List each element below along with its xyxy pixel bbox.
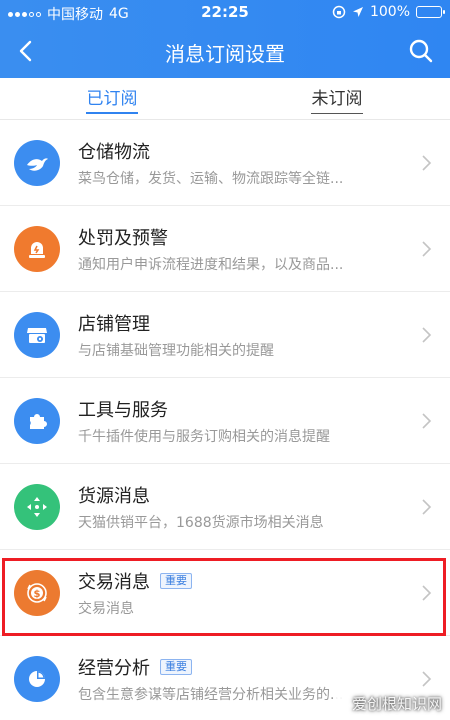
tab-bar: 已订阅 未订阅	[0, 78, 450, 120]
puzzle-icon	[14, 398, 60, 444]
important-badge: 重要	[160, 573, 192, 589]
svg-text:$: $	[34, 589, 41, 600]
chevron-right-icon	[422, 241, 432, 257]
subscription-list: 仓储物流 菜鸟仓储，发货、运输、物流跟踪等全链... 处罚及预警 通知用户申诉流…	[0, 120, 450, 720]
battery-icon	[416, 6, 445, 18]
item-title: 店铺管理	[78, 314, 150, 335]
chevron-right-icon	[422, 413, 432, 429]
list-item-store[interactable]: 店铺管理 与店铺基础管理功能相关的提醒	[0, 292, 450, 378]
store-icon	[14, 312, 60, 358]
location-icon	[352, 7, 363, 17]
item-description: 菜鸟仓储，发货、运输、物流跟踪等全链...	[78, 171, 344, 187]
battery-percent: 100%	[369, 4, 410, 20]
tab-subscribed[interactable]: 已订阅	[52, 78, 172, 120]
list-item-logistics[interactable]: 仓储物流 菜鸟仓储，发货、运输、物流跟踪等全链...	[0, 120, 450, 206]
tab-active-underline	[86, 112, 138, 114]
list-item-trade[interactable]: $ 交易消息 重要 交易消息	[0, 550, 450, 636]
tab-subscribed-label: 已订阅	[86, 89, 138, 109]
move-icon	[14, 484, 60, 530]
chevron-right-icon	[422, 327, 432, 343]
chevron-right-icon	[422, 671, 432, 687]
item-description: 交易消息	[78, 601, 134, 617]
lock-rotation-icon	[332, 5, 346, 19]
item-description: 天猫供销平台，1688货源市场相关消息	[78, 515, 324, 531]
tab-underline	[311, 113, 363, 114]
list-item-penalty[interactable]: 处罚及预警 通知用户申诉流程进度和结果，以及商品...	[0, 206, 450, 292]
tab-unsubscribed-label: 未订阅	[311, 89, 363, 109]
watermark: 爱创根知识网	[331, 693, 442, 714]
item-title: 交易消息	[78, 572, 150, 593]
tab-unsubscribed[interactable]: 未订阅	[277, 78, 397, 120]
chevron-right-icon	[422, 585, 432, 601]
search-icon[interactable]	[406, 36, 436, 66]
alert-icon	[14, 226, 60, 272]
list-item-supply[interactable]: 货源消息 天猫供销平台，1688货源市场相关消息	[0, 464, 450, 550]
coin-exchange-icon: $	[14, 570, 60, 616]
bird-icon	[14, 140, 60, 186]
item-title: 货源消息	[78, 486, 150, 507]
item-title: 工具与服务	[78, 400, 168, 421]
item-title: 处罚及预警	[78, 228, 168, 249]
pie-chart-icon	[14, 656, 60, 702]
list-item-tools[interactable]: 工具与服务 千牛插件使用与服务订购相关的消息提醒	[0, 378, 450, 464]
item-title: 经营分析	[78, 658, 150, 679]
chevron-right-icon	[422, 499, 432, 515]
item-description: 通知用户申诉流程进度和结果，以及商品...	[78, 257, 344, 273]
item-description: 千牛插件使用与服务订购相关的消息提醒	[78, 429, 330, 445]
item-title: 仓储物流	[78, 142, 150, 163]
watermark-text: 爱创根知识网	[351, 695, 442, 713]
item-description: 与店铺基础管理功能相关的提醒	[78, 343, 274, 359]
page-title: 消息订阅设置	[165, 42, 285, 66]
watermark-logo-icon	[331, 695, 348, 712]
chevron-right-icon	[422, 155, 432, 171]
important-badge: 重要	[160, 659, 192, 675]
status-bar: 中国移动 4G 22:25 100%	[0, 0, 450, 26]
